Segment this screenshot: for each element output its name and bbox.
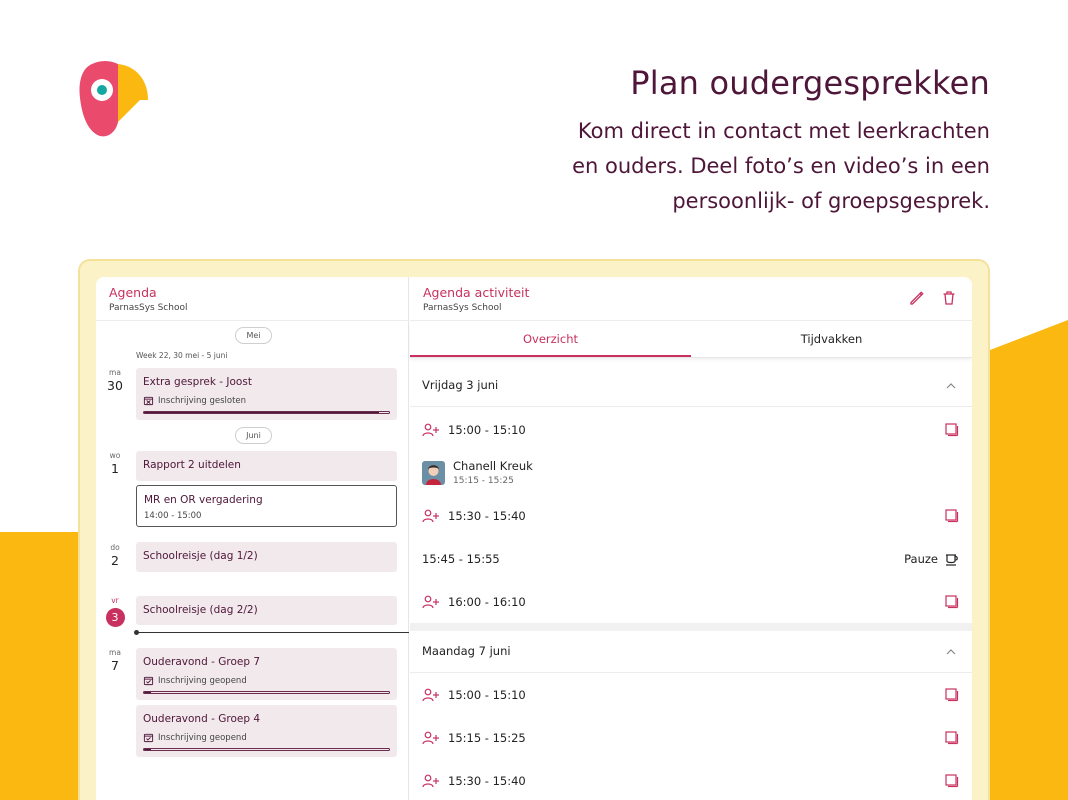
day-label: ma 30 (107, 368, 123, 393)
add-person-icon[interactable] (422, 688, 440, 702)
day-label: wo 1 (109, 451, 121, 476)
add-person-icon[interactable] (422, 774, 440, 788)
open-slot-icon[interactable] (944, 730, 960, 746)
coffee-cup-icon (946, 553, 958, 566)
person-info: Chanell Kreuk 15:15 - 15:25 (445, 459, 533, 486)
promo-text: Plan oudergesprekken Kom direct in conta… (570, 64, 990, 219)
promo-headline: Plan oudergesprekken (630, 64, 990, 102)
activity-title: Agenda activiteit (423, 285, 530, 300)
agenda-header: Agenda ParnasSys School (96, 277, 408, 321)
add-person-icon[interactable] (422, 595, 440, 609)
month-chip-juni: Juni (235, 427, 272, 444)
time-slot-open[interactable]: 15:15 - 15:25 (410, 716, 972, 759)
signup-progress (143, 748, 390, 751)
event-title: Schoolreisje (dag 1/2) (143, 550, 258, 562)
event-status: Inschrijving geopend (143, 732, 390, 743)
agenda-event[interactable]: Ouderavond - Groep 7 Inschrijving geopen… (136, 648, 397, 700)
agenda-event[interactable]: Rapport 2 uitdelen (136, 451, 397, 481)
activity-tabs: Overzicht Tijdvakken (410, 321, 972, 358)
pause-slot: 15:45 - 15:55 Pauze (410, 537, 972, 580)
signup-progress (143, 691, 390, 694)
parrot-logo (79, 61, 148, 137)
agenda-event[interactable]: Ouderavond - Groep 4 Inschrijving geopen… (136, 705, 397, 757)
signup-progress-fill (144, 412, 380, 413)
signup-progress (143, 411, 390, 414)
agenda-event[interactable]: Schoolreisje (dag 2/2) (136, 596, 397, 625)
event-status: Inschrijving geopend (143, 675, 390, 686)
slot-time: 15:00 - 15:10 (448, 687, 526, 702)
signup-progress-fill (144, 692, 152, 693)
slot-time: 15:30 - 15:40 (448, 773, 526, 788)
booked-slot[interactable]: Chanell Kreuk 15:15 - 15:25 (422, 459, 962, 486)
activity-header: Agenda activiteit ParnasSys School (410, 277, 972, 321)
add-person-icon[interactable] (422, 509, 440, 523)
day-label: ma 7 (109, 648, 121, 673)
person-name: Chanell Kreuk (453, 459, 533, 473)
day-label-today: vr 3 (96, 596, 134, 627)
add-person-icon[interactable] (422, 423, 440, 437)
event-time: 14:00 - 15:00 (144, 511, 202, 521)
tab-tijdvakken[interactable]: Tijdvakken (691, 321, 972, 357)
event-title: Ouderavond - Groep 4 (143, 713, 261, 725)
slot-time: 15:15 - 15:25 (448, 730, 526, 745)
month-chip-mei: Mei (235, 327, 272, 344)
agenda-event[interactable]: Extra gesprek - Joost Inschrijving geslo… (136, 368, 397, 420)
edit-icon[interactable] (908, 289, 926, 307)
event-status: Inschrijving gesloten (143, 395, 390, 406)
promo-body: Kom direct in contact met leerkrachten e… (572, 119, 990, 213)
time-slot-open[interactable]: 15:30 - 15:40 (410, 494, 972, 537)
calendar-closed-icon (143, 396, 154, 406)
slot-time: 16:00 - 16:10 (448, 594, 526, 609)
open-slot-icon[interactable] (944, 508, 960, 524)
section-date: Maandag 7 juni (422, 644, 511, 658)
signup-progress-fill (144, 749, 152, 750)
chevron-up-icon[interactable] (945, 630, 957, 673)
event-title: Schoolreisje (dag 2/2) (143, 604, 258, 616)
agenda-event-selected[interactable]: MR en OR vergadering 14:00 - 15:00 (136, 485, 397, 527)
event-title: Extra gesprek - Joost (143, 376, 252, 388)
event-title: Rapport 2 uitdelen (143, 459, 241, 471)
agenda-title: Agenda (109, 285, 157, 300)
day-label: do 2 (110, 543, 120, 568)
agenda-event[interactable]: Schoolreisje (dag 1/2) (136, 542, 397, 572)
person-time: 15:15 - 15:25 (453, 476, 514, 486)
week-label: Week 22, 30 mei - 5 juni (136, 351, 228, 360)
open-slot-icon[interactable] (944, 687, 960, 703)
tab-overzicht[interactable]: Overzicht (410, 321, 691, 357)
time-slot-open[interactable]: 15:30 - 15:40 (410, 759, 972, 800)
pause-label: Pauze (904, 551, 938, 566)
avatar (422, 460, 445, 485)
chevron-up-icon[interactable] (945, 364, 957, 407)
event-title: Ouderavond - Groep 7 (143, 656, 261, 668)
slot-time: 15:00 - 15:10 (448, 422, 526, 437)
agenda-school: ParnasSys School (109, 303, 188, 313)
add-person-icon[interactable] (422, 731, 440, 745)
date-section-header[interactable]: Maandag 7 juni (410, 630, 972, 673)
time-slot-open[interactable]: 15:00 - 15:10 (410, 673, 972, 716)
current-time-line (136, 632, 409, 633)
calendar-check-icon (143, 676, 154, 686)
activity-school: ParnasSys School (423, 303, 502, 313)
header-actions (908, 289, 958, 307)
time-slot-open[interactable]: 16:00 - 16:10 (410, 580, 972, 623)
slot-time: 15:30 - 15:40 (448, 508, 526, 523)
open-slot-icon[interactable] (944, 594, 960, 610)
delete-icon[interactable] (940, 289, 958, 307)
event-title: MR en OR vergadering (144, 494, 263, 506)
date-section-header[interactable]: Vrijdag 3 juni (410, 364, 972, 407)
agenda-pane: Agenda ParnasSys School Mei Week 22, 30 … (96, 277, 409, 800)
activity-pane: Agenda activiteit ParnasSys School Overz… (410, 277, 972, 800)
open-slot-icon[interactable] (944, 422, 960, 438)
open-slot-icon[interactable] (944, 773, 960, 789)
time-slot-open[interactable]: 15:00 - 15:10 (410, 408, 972, 451)
app-screen: Agenda ParnasSys School Mei Week 22, 30 … (96, 277, 972, 800)
section-date: Vrijdag 3 juni (422, 378, 499, 392)
pause-time: 15:45 - 15:55 (422, 551, 500, 566)
calendar-check-icon (143, 733, 154, 743)
